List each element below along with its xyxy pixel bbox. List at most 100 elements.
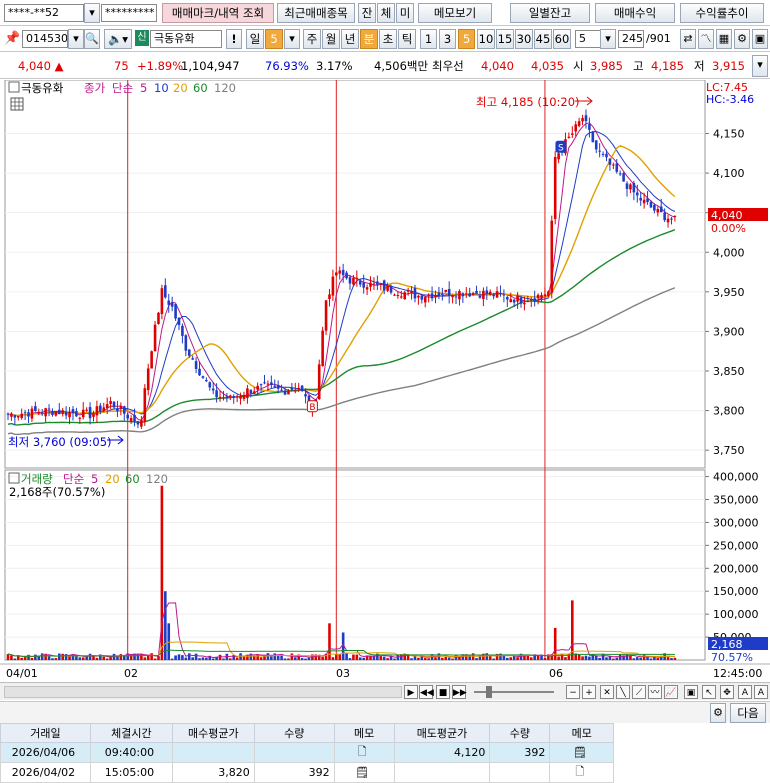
table-grid-icon[interactable] — [10, 97, 24, 111]
period-value-field[interactable]: 5 — [265, 29, 283, 49]
interval-15-button[interactable]: 15 — [496, 29, 514, 49]
settings-icon[interactable]: ⚙ — [734, 29, 750, 49]
stop-icon[interactable]: ■ — [436, 685, 450, 699]
recent-items-button[interactable]: 최근매매종목 — [277, 3, 355, 23]
zoom-out-icon[interactable]: − — [566, 685, 580, 699]
account-select[interactable]: ****-**52 — [4, 4, 84, 22]
compare-icon[interactable]: 〽 — [698, 29, 714, 49]
scroll-track[interactable] — [4, 686, 402, 698]
interval-10-button[interactable]: 10 — [477, 29, 495, 49]
period-week-button[interactable]: 주 — [303, 29, 321, 49]
chart-type-icon[interactable]: 📈 — [664, 685, 678, 699]
count-input[interactable]: 5 — [575, 30, 601, 48]
candle-body — [622, 173, 625, 182]
period-month-button[interactable]: 월 — [322, 29, 340, 49]
period-year-button[interactable]: 년 — [341, 29, 359, 49]
scroll-right-icon[interactable]: ▶ — [404, 685, 418, 699]
col-buy-avg[interactable]: 매수평균가 — [171, 723, 255, 743]
wave-icon[interactable]: 〰 — [648, 685, 662, 699]
pan-icon[interactable]: ✥ — [720, 685, 734, 699]
bar-count-input[interactable]: 245 — [618, 30, 644, 48]
price-tick-label: 4,150 — [713, 128, 745, 141]
candle-body — [352, 277, 355, 285]
stock-name-field[interactable]: 극동유화 — [150, 30, 222, 48]
col-buy-memo[interactable]: 메모 — [333, 723, 395, 743]
candle-body — [174, 304, 177, 319]
cell-memo-blank-icon[interactable]: 🗋 — [549, 762, 615, 783]
quote-dropdown-icon[interactable]: ▾ — [752, 55, 768, 77]
volume-bar — [68, 656, 71, 660]
cell-memo-add-icon[interactable]: 🗒 — [333, 762, 395, 783]
trade-marks-button[interactable]: 매매마크/내역 조회 — [162, 3, 274, 23]
candle-body — [591, 131, 595, 143]
table-row[interactable]: 2026/04/02 15:05:00 3,820 392 🗒 🗋 — [0, 762, 770, 783]
chart-scrollbar[interactable]: ▶ ◀◀ ■ ▶▶ − + ✕ ╲ ⟋ 〰 📈 ▣ ↖ ✥ A A — [0, 682, 770, 700]
volume-bar — [348, 658, 352, 660]
cursor-icon[interactable]: ↖ — [702, 685, 716, 699]
col-sell-avg[interactable]: 매도평균가 — [393, 723, 491, 743]
candle-body — [485, 290, 489, 294]
period-minute-button[interactable]: 분 — [360, 29, 378, 49]
candle-body — [594, 140, 598, 150]
forward-icon[interactable]: ▶▶ — [452, 685, 467, 699]
crosshair-icon[interactable]: ✕ — [600, 685, 614, 699]
che-button[interactable]: 체 — [377, 3, 395, 23]
scroll-rewind-icon[interactable]: ◀◀ — [419, 685, 434, 699]
scroll-arrows-icon[interactable]: ⇄ — [680, 29, 696, 49]
volume-bar — [150, 653, 153, 660]
interval-45-button[interactable]: 45 — [534, 29, 552, 49]
trade-profit-button[interactable]: 매매수익 — [595, 3, 675, 23]
volume-bar — [51, 658, 54, 660]
pin-icon[interactable]: 📌 — [4, 31, 20, 47]
volume-bar — [393, 658, 396, 660]
period-dropdown-icon[interactable]: ▾ — [284, 29, 300, 49]
password-field[interactable]: ********* — [101, 4, 157, 22]
return-trend-button[interactable]: 수익률추이 — [680, 3, 764, 23]
account-dropdown-icon[interactable]: ▾ — [84, 3, 100, 23]
memo-view-button[interactable]: 메모보기 — [418, 3, 492, 23]
candle-body — [211, 388, 215, 391]
volume-bar — [331, 657, 335, 660]
zoom-slider-thumb[interactable] — [486, 686, 492, 698]
period-day-button[interactable]: 일 — [246, 29, 264, 49]
interval-3-button[interactable]: 3 — [439, 29, 456, 49]
interval-1-button[interactable]: 1 — [420, 29, 437, 49]
trendline-icon[interactable]: ⟋ — [632, 685, 646, 699]
stock-code-input[interactable]: 014530 — [22, 30, 68, 48]
cell-memo-blank-icon[interactable]: 🗋 — [333, 742, 395, 763]
draw-line-icon[interactable]: ╲ — [616, 685, 630, 699]
font-size-icon[interactable]: A — [754, 685, 768, 699]
period-second-button[interactable]: 초 — [379, 29, 397, 49]
speaker-icon[interactable]: 🔈▾ — [104, 29, 132, 49]
interval-5-button[interactable]: 5 — [458, 29, 475, 49]
text-tool-icon[interactable]: A — [738, 685, 752, 699]
interval-60-button[interactable]: 60 — [553, 29, 571, 49]
zoom-in-icon[interactable]: + — [582, 685, 596, 699]
table-settings-icon[interactable]: ⚙ — [710, 703, 726, 723]
col-sell-memo[interactable]: 메모 — [549, 723, 615, 743]
cell-memo-add-icon[interactable]: 🗒 — [549, 742, 615, 763]
daily-balance-button[interactable]: 일별잔고 — [510, 3, 590, 23]
code-dropdown-icon[interactable]: ▾ — [68, 29, 84, 49]
table-row[interactable]: 2026/04/06 09:40:00 🗋 4,120 392 🗒 — [0, 742, 770, 763]
candle-body — [461, 293, 465, 297]
count-dropdown-icon[interactable]: ▾ — [600, 29, 616, 49]
jan-button[interactable]: 잔 — [358, 3, 376, 23]
col-buy-qty[interactable]: 수량 — [253, 723, 335, 743]
next-button[interactable]: 다음 — [730, 703, 766, 723]
grid-icon[interactable]: ▦ — [716, 29, 732, 49]
mi-button[interactable]: 미 — [396, 3, 414, 23]
col-trade-date[interactable]: 거래일 — [0, 723, 91, 743]
camera-icon[interactable]: ▣ — [684, 685, 698, 699]
volume-bar — [581, 656, 584, 660]
stock-chart[interactable]: 3,7503,8003,8503,9003,9504,0004,0504,100… — [0, 80, 770, 682]
col-exec-time[interactable]: 체결시간 — [89, 723, 173, 743]
candle-body — [512, 299, 516, 303]
volume-legend-ma60: 60 — [125, 472, 140, 486]
interval-30-button[interactable]: 30 — [515, 29, 533, 49]
save-icon[interactable]: ▣ — [752, 29, 768, 49]
warning-button[interactable]: ! — [226, 29, 242, 49]
period-tick-button[interactable]: 틱 — [398, 29, 416, 49]
search-icon[interactable]: 🔍 — [84, 29, 100, 49]
col-sell-qty[interactable]: 수량 — [489, 723, 551, 743]
